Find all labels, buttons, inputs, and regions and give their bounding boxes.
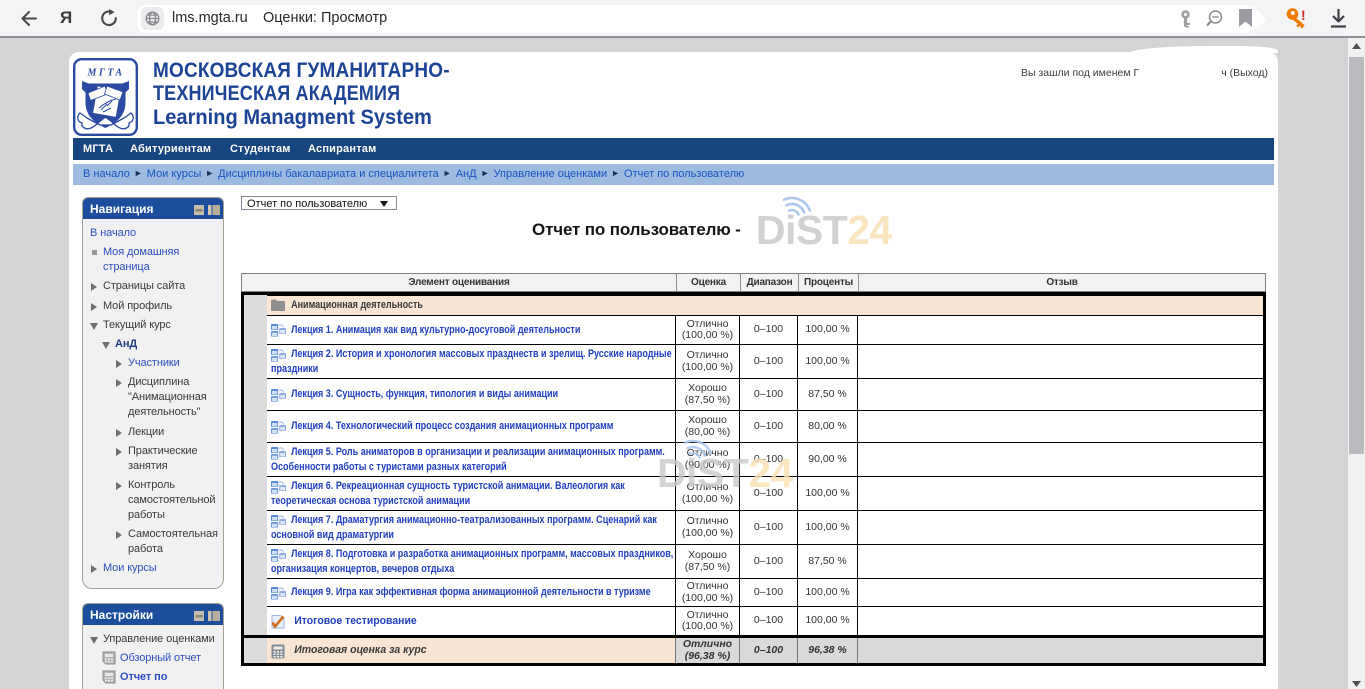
svg-text:МГТА: МГТА bbox=[86, 68, 124, 79]
svg-text:!: ! bbox=[1301, 7, 1306, 23]
